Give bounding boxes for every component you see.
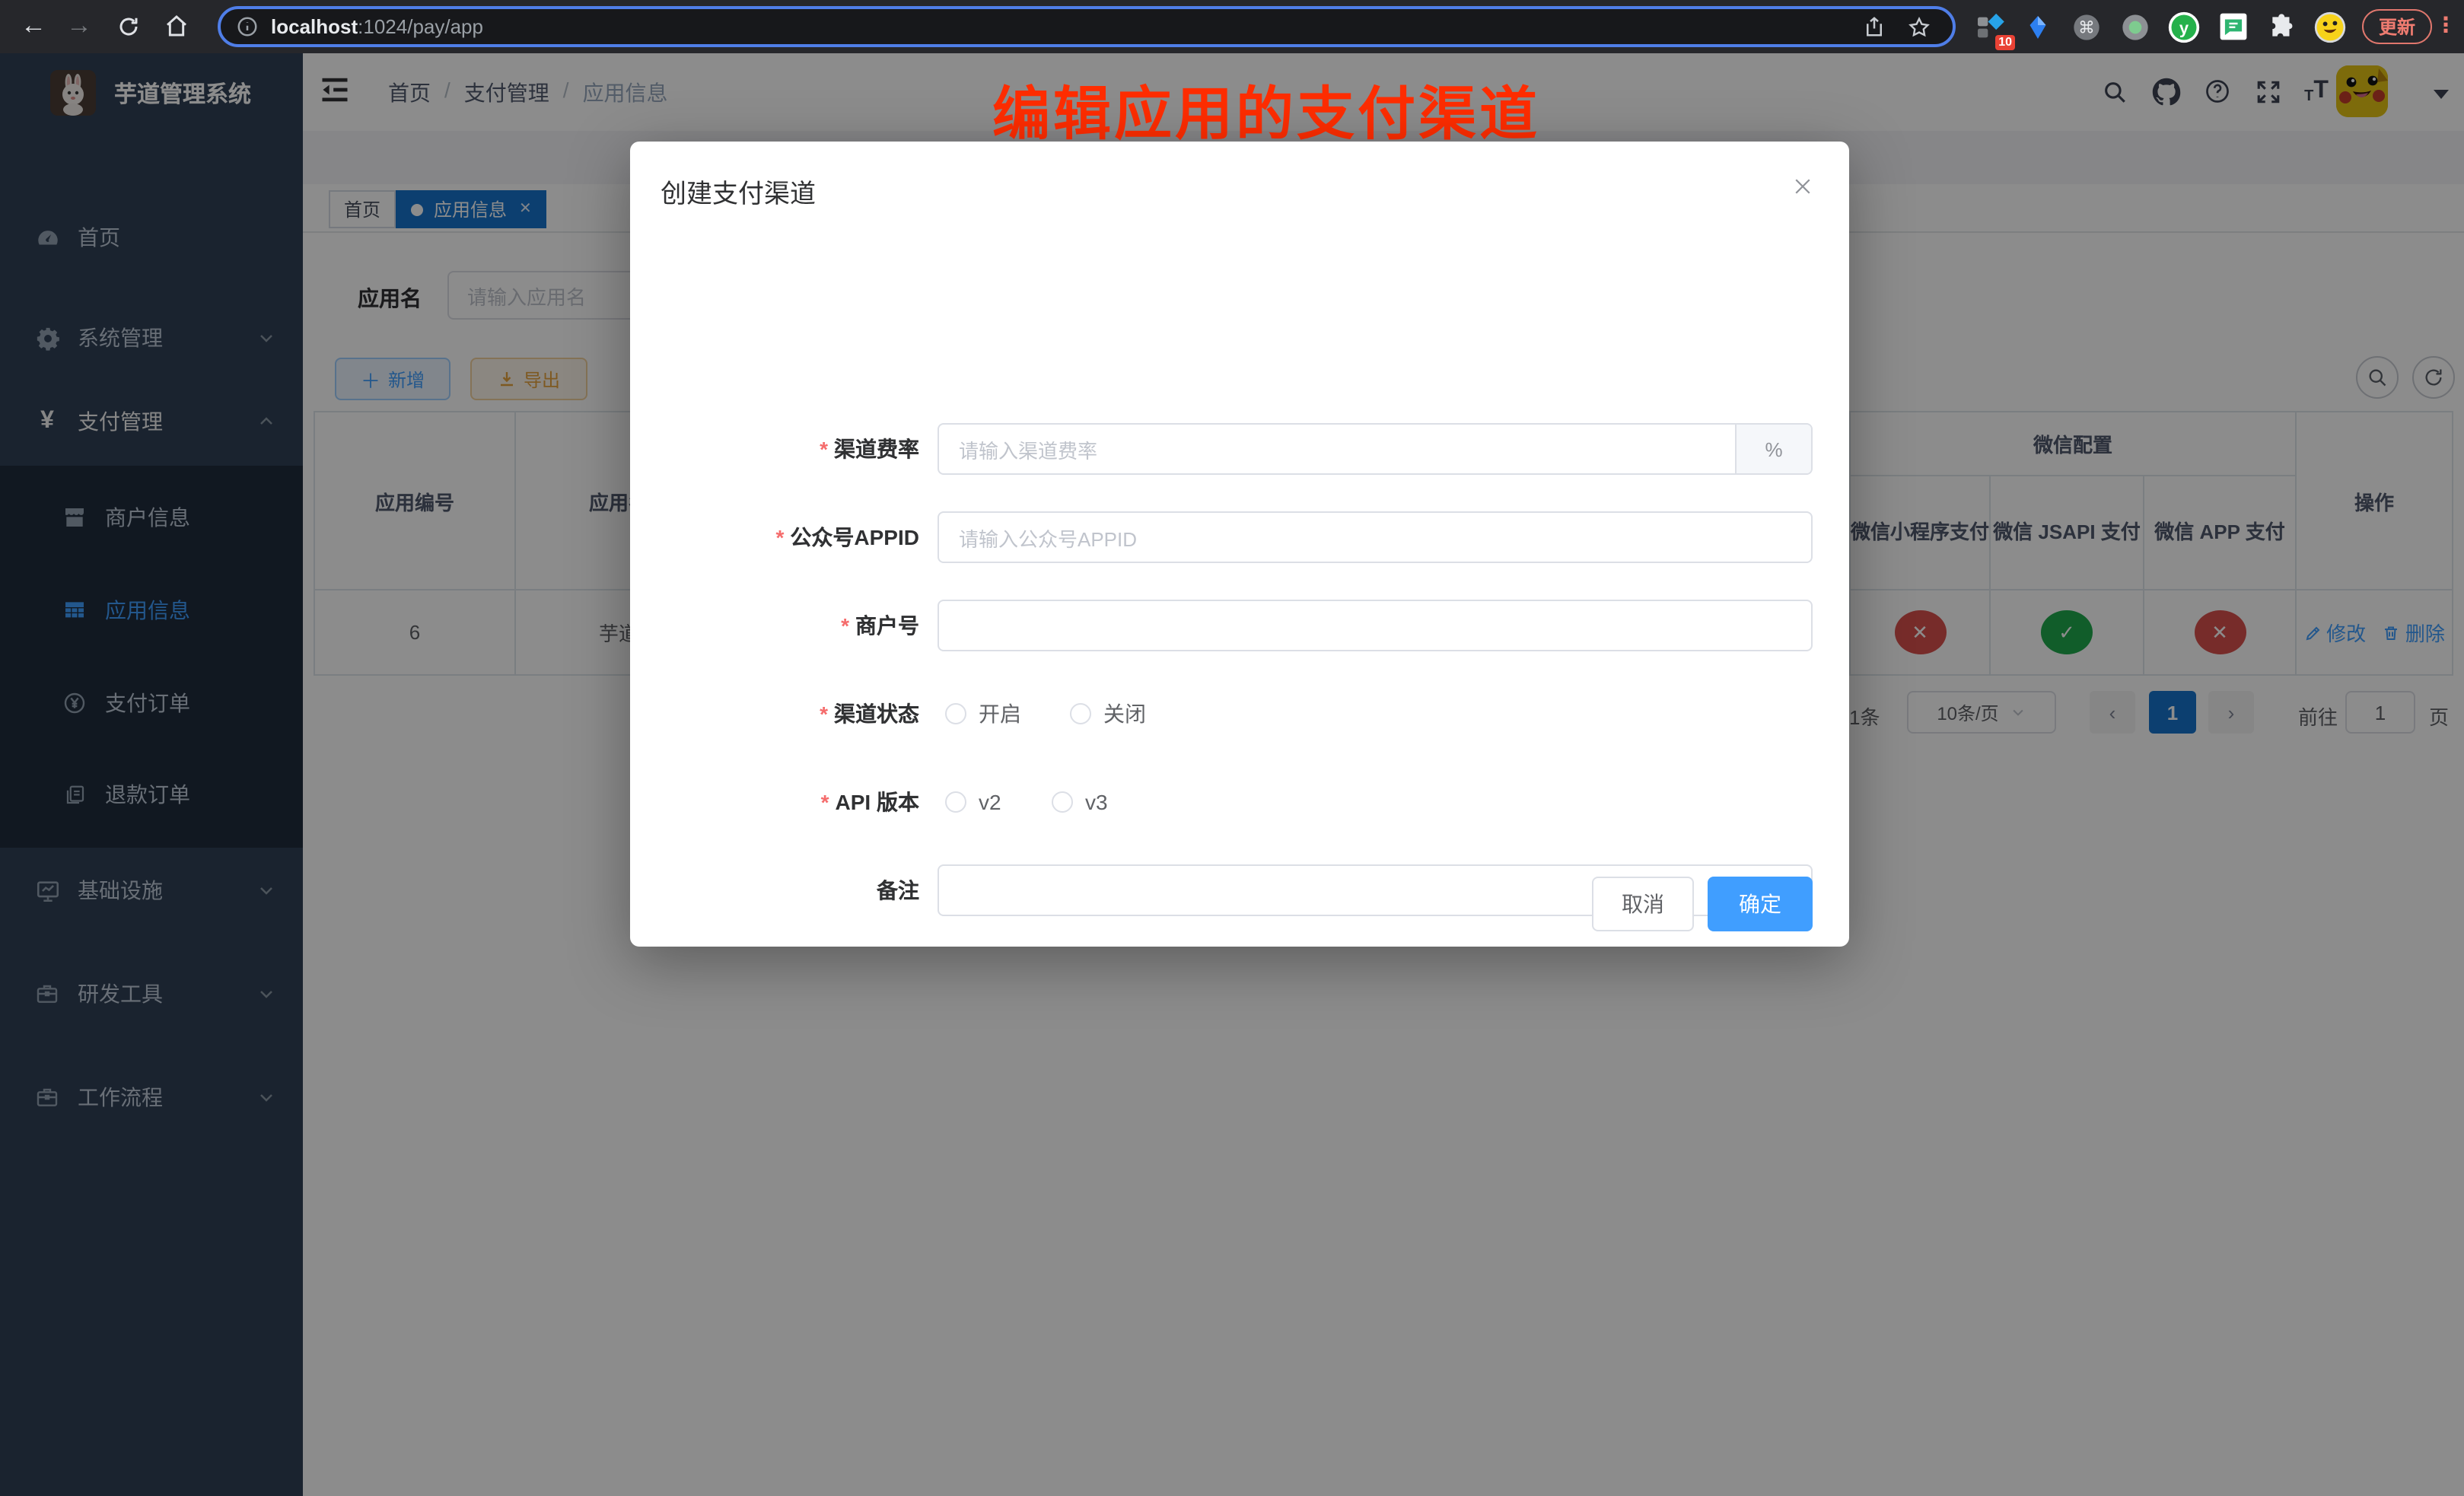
mch-input[interactable] xyxy=(938,600,1813,651)
api-v3-radio[interactable]: v3 xyxy=(1052,776,1108,828)
browser-home-icon[interactable] xyxy=(155,5,198,47)
required-asterisk: * xyxy=(776,525,785,549)
svg-text:⌘: ⌘ xyxy=(2078,18,2095,37)
field-api: *API 版本 v2 v3 xyxy=(630,776,1849,828)
cancel-button[interactable]: 取消 xyxy=(1592,877,1694,931)
extension-kite-icon[interactable] xyxy=(2021,10,2055,43)
rate-input[interactable]: 请输入渠道费率 % xyxy=(938,423,1813,475)
confirm-button[interactable]: 确定 xyxy=(1708,877,1813,931)
field-appid: *公众号APPID 请输入公众号APPID xyxy=(630,511,1849,563)
field-rate: *渠道费率 请输入渠道费率 % xyxy=(630,423,1849,475)
extensions-puzzle-icon[interactable] xyxy=(2265,10,2298,43)
svg-text:y: y xyxy=(2179,18,2189,37)
url-bar[interactable]: localhost:1024/pay/app xyxy=(218,6,1956,47)
required-asterisk: * xyxy=(821,790,829,814)
create-channel-dialog: 创建支付渠道 *渠道费率 请输入渠道费率 % *公众号APPID 请输入公众号A… xyxy=(630,142,1849,947)
radio-circle-icon xyxy=(1070,703,1091,724)
field-mch: *商户号 xyxy=(630,600,1849,651)
extension-badge: 10 xyxy=(1995,34,2015,49)
field-status: *渠道状态 开启 关闭 xyxy=(630,688,1849,740)
profile-avatar-icon[interactable] xyxy=(2313,10,2347,43)
browser-extensions: 10 ⌘ y xyxy=(1972,0,2347,53)
required-asterisk: * xyxy=(841,613,849,638)
dialog-close-icon[interactable] xyxy=(1788,172,1816,199)
required-asterisk: * xyxy=(820,437,828,461)
browser-forward-icon[interactable]: → xyxy=(58,5,100,47)
site-info-icon[interactable] xyxy=(236,15,259,38)
extension-tiles-icon[interactable]: 10 xyxy=(1972,10,2006,43)
radio-circle-icon xyxy=(945,791,966,813)
radio-circle-icon xyxy=(945,703,966,724)
extension-record-icon[interactable] xyxy=(2119,10,2152,43)
required-asterisk: * xyxy=(820,702,828,726)
percent-suffix: % xyxy=(1735,423,1811,475)
extension-chat-icon[interactable] xyxy=(2216,10,2249,43)
radio-circle-icon xyxy=(1052,791,1073,813)
share-icon[interactable] xyxy=(1863,15,1886,38)
dialog-title: 创建支付渠道 xyxy=(661,172,816,210)
extension-command-icon[interactable]: ⌘ xyxy=(2070,10,2103,43)
browser-menu-icon[interactable]: ⋮ xyxy=(2435,12,2456,38)
browser-update-button[interactable]: 更新 xyxy=(2362,9,2432,44)
screen: ← → localhost:1024/pay/app xyxy=(0,0,2464,1496)
annotation-text: 编辑应用的支付渠道 xyxy=(992,67,1540,151)
appid-input[interactable]: 请输入公众号APPID xyxy=(938,511,1813,563)
api-v2-radio[interactable]: v2 xyxy=(945,776,1001,828)
browser-reload-icon[interactable] xyxy=(107,5,149,47)
status-open-radio[interactable]: 开启 xyxy=(945,688,1021,740)
bookmark-star-icon[interactable] xyxy=(1907,14,1931,39)
url-text: localhost:1024/pay/app xyxy=(271,15,1863,38)
status-closed-radio[interactable]: 关闭 xyxy=(1070,688,1146,740)
browser-back-icon[interactable]: ← xyxy=(12,5,55,47)
extension-y-icon[interactable]: y xyxy=(2167,10,2201,43)
browser-toolbar: ← → localhost:1024/pay/app xyxy=(0,0,2464,53)
